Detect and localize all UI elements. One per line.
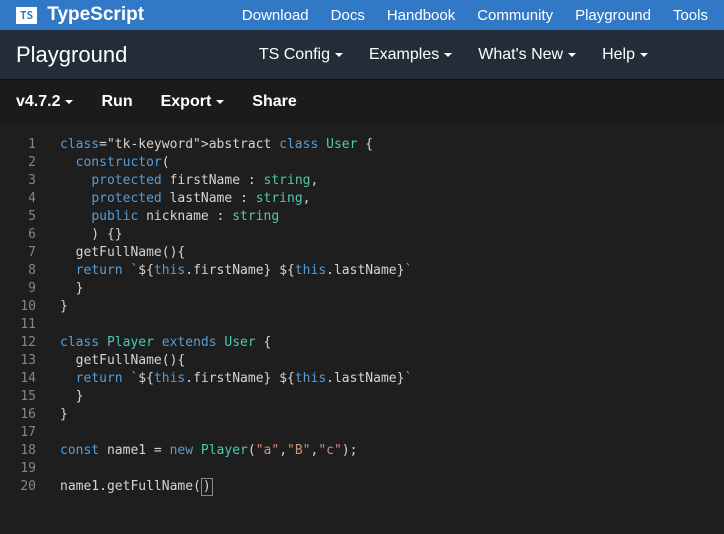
line-number: 18 (0, 442, 36, 460)
caret-down-icon (65, 100, 73, 104)
code-line[interactable]: return `${this.firstName} ${this.lastNam… (60, 370, 724, 388)
code-line[interactable]: protected firstName : string, (60, 172, 724, 190)
nav-docs[interactable]: Docs (331, 7, 365, 24)
line-number: 3 (0, 172, 36, 190)
code-line[interactable]: } (60, 388, 724, 406)
menu-whatsnew-label: What's New (478, 46, 563, 64)
topbar-links: Download Docs Handbook Community Playgro… (242, 7, 708, 24)
export-button[interactable]: Export (161, 93, 225, 111)
version-selector[interactable]: v4.7.2 (16, 93, 73, 111)
code-line[interactable]: return `${this.firstName} ${this.lastNam… (60, 262, 724, 280)
nav-download[interactable]: Download (242, 7, 309, 24)
line-number: 16 (0, 406, 36, 424)
site-title: TypeScript (47, 4, 144, 26)
caret-down-icon (335, 53, 343, 57)
caret-down-icon (568, 53, 576, 57)
menu-examples-label: Examples (369, 46, 439, 64)
nav-tools[interactable]: Tools (673, 7, 708, 24)
line-number-gutter: 1234567891011121314151617181920 (0, 136, 48, 496)
menu-tsconfig[interactable]: TS Config (259, 46, 343, 64)
topbar: TS TypeScript Download Docs Handbook Com… (0, 0, 724, 30)
line-number: 1 (0, 136, 36, 154)
menu-whatsnew[interactable]: What's New (478, 46, 576, 64)
line-number: 12 (0, 334, 36, 352)
line-number: 5 (0, 208, 36, 226)
code-line[interactable]: public nickname : string (60, 208, 724, 226)
code-line[interactable]: protected lastName : string, (60, 190, 724, 208)
run-button[interactable]: Run (101, 93, 132, 111)
ts-logo-badge: TS (16, 7, 37, 24)
caret-down-icon (216, 100, 224, 104)
code-line[interactable]: name1.getFullName() (60, 478, 724, 496)
menu-help-label: Help (602, 46, 635, 64)
nav-handbook[interactable]: Handbook (387, 7, 455, 24)
share-button[interactable]: Share (252, 93, 296, 111)
code-editor[interactable]: 1234567891011121314151617181920 class="t… (0, 124, 724, 496)
line-number: 2 (0, 154, 36, 172)
toolbar: v4.7.2 Run Export Share (0, 80, 724, 124)
caret-down-icon (640, 53, 648, 57)
caret-down-icon (444, 53, 452, 57)
line-number: 11 (0, 316, 36, 334)
nav-playground[interactable]: Playground (575, 7, 651, 24)
line-number: 17 (0, 424, 36, 442)
code-content[interactable]: class="tk-keyword">abstract class User {… (48, 136, 724, 496)
line-number: 8 (0, 262, 36, 280)
page-title: Playground (16, 42, 127, 68)
nav-community[interactable]: Community (477, 7, 553, 24)
line-number: 9 (0, 280, 36, 298)
export-label: Export (161, 93, 212, 111)
line-number: 7 (0, 244, 36, 262)
code-line[interactable]: const name1 = new Player("a","B","c"); (60, 442, 724, 460)
code-line[interactable]: ) {} (60, 226, 724, 244)
code-line[interactable]: getFullName(){ (60, 244, 724, 262)
code-line[interactable] (60, 316, 724, 334)
line-number: 20 (0, 478, 36, 496)
line-number: 15 (0, 388, 36, 406)
menu-tsconfig-label: TS Config (259, 46, 330, 64)
line-number: 6 (0, 226, 36, 244)
subbar-menu: TS Config Examples What's New Help (259, 46, 648, 64)
code-line[interactable]: } (60, 298, 724, 316)
code-line[interactable]: class Player extends User { (60, 334, 724, 352)
line-number: 13 (0, 352, 36, 370)
subbar: Playground TS Config Examples What's New… (0, 30, 724, 80)
line-number: 19 (0, 460, 36, 478)
line-number: 14 (0, 370, 36, 388)
line-number: 10 (0, 298, 36, 316)
code-line[interactable]: } (60, 280, 724, 298)
code-line[interactable]: class="tk-keyword">abstract class User { (60, 136, 724, 154)
code-line[interactable]: constructor( (60, 154, 724, 172)
code-line[interactable]: getFullName(){ (60, 352, 724, 370)
menu-examples[interactable]: Examples (369, 46, 452, 64)
code-line[interactable]: } (60, 406, 724, 424)
version-label: v4.7.2 (16, 93, 60, 111)
code-line[interactable] (60, 424, 724, 442)
menu-help[interactable]: Help (602, 46, 648, 64)
code-line[interactable] (60, 460, 724, 478)
line-number: 4 (0, 190, 36, 208)
